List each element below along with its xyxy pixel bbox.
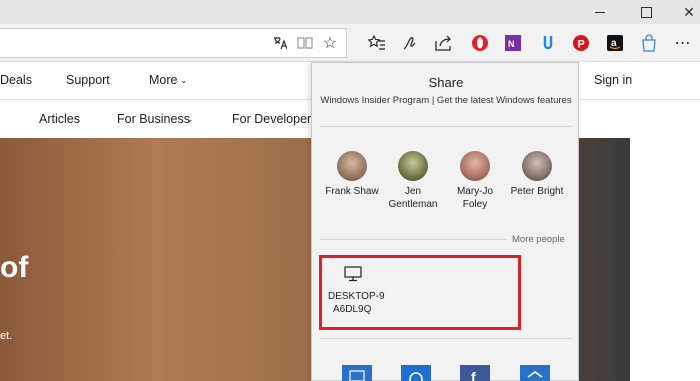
nav-item-articles[interactable]: Articles	[39, 112, 80, 126]
pen-icon[interactable]	[397, 29, 423, 57]
nav-item-support[interactable]: Support	[66, 73, 110, 87]
favorite-star-icon[interactable]: ☆	[318, 29, 342, 57]
person-frank-shaw[interactable]: Frank Shaw	[321, 151, 383, 198]
title-bar: ✕	[0, 0, 700, 24]
person-name: Jen Gentleman	[388, 186, 438, 210]
person-mary-jo-foley[interactable]: Mary-Jo Foley	[444, 151, 506, 211]
person-name: Mary-Jo Foley	[456, 186, 494, 210]
share-panel: Share Windows Insider Program | Get the …	[311, 62, 579, 381]
avatar	[398, 151, 428, 181]
maximize-button[interactable]	[623, 0, 669, 24]
avatar	[522, 151, 552, 181]
onenote-icon[interactable]: N	[500, 29, 526, 57]
favorites-hub-icon[interactable]	[364, 29, 390, 57]
translate-icon[interactable]	[268, 29, 292, 57]
nav-item-deals[interactable]: Deals	[0, 73, 32, 87]
pinterest-icon[interactable]: P	[568, 29, 594, 57]
share-title: Share	[428, 75, 464, 90]
minimize-button[interactable]	[577, 0, 623, 24]
bag-icon[interactable]	[636, 29, 662, 57]
page-background	[630, 138, 700, 381]
divider	[320, 126, 572, 127]
nav-item-for-developers[interactable]: For Developers	[232, 112, 317, 126]
app-tile-reading-list-icon[interactable]	[520, 365, 550, 381]
reading-view-icon[interactable]	[293, 29, 317, 57]
share-icon[interactable]	[431, 29, 457, 57]
pc-icon	[344, 266, 362, 287]
svg-text:N: N	[508, 39, 515, 49]
chevron-down-icon: ⌄	[186, 114, 194, 124]
chevron-down-icon: ⌄	[180, 75, 188, 85]
opera-icon[interactable]	[467, 29, 493, 57]
nav-item-for-business[interactable]: For Business	[117, 112, 190, 126]
person-peter-bright[interactable]: Peter Bright	[506, 151, 568, 198]
divider	[320, 239, 506, 240]
divider	[320, 338, 572, 339]
more-icon[interactable]: ⋯	[670, 29, 696, 57]
person-jen-gentleman[interactable]: Jen Gentleman	[382, 151, 444, 211]
person-name: Peter Bright	[510, 186, 564, 197]
svg-text:a: a	[611, 38, 617, 49]
kiwi-icon[interactable]	[535, 29, 561, 57]
close-button[interactable]: ✕	[666, 0, 700, 24]
app-tile-cortana-icon[interactable]	[401, 365, 431, 381]
avatar	[337, 151, 367, 181]
avatar	[460, 151, 490, 181]
app-tile-facebook-icon[interactable]: f	[460, 365, 490, 381]
svg-text:f: f	[471, 369, 476, 381]
browser-toolbar: ☆ N P a ⋯	[0, 24, 700, 62]
app-tile-mail-icon[interactable]	[342, 365, 372, 381]
svg-text:P: P	[578, 39, 585, 51]
hero-headline: of	[0, 251, 29, 284]
device-item-desktop[interactable]: DESKTOP-9 A6DL9Q	[319, 255, 521, 330]
hero-subtext: et.	[0, 330, 13, 342]
sign-in-link[interactable]: Sign in	[594, 73, 632, 87]
device-name: DESKTOP-9 A6DL9Q	[328, 291, 385, 315]
more-people-link[interactable]: More people	[512, 234, 565, 245]
browser-window: ✕ ☆ N P a ⋯ Deals Support More ⌄ Sign in…	[0, 0, 700, 381]
person-name: Frank Shaw	[325, 186, 379, 197]
nav-item-more[interactable]: More	[149, 73, 177, 87]
address-bar[interactable]: ☆	[0, 28, 347, 58]
amazon-icon[interactable]: a	[602, 29, 628, 57]
share-subtitle: Windows Insider Program | Get the latest…	[320, 95, 572, 106]
